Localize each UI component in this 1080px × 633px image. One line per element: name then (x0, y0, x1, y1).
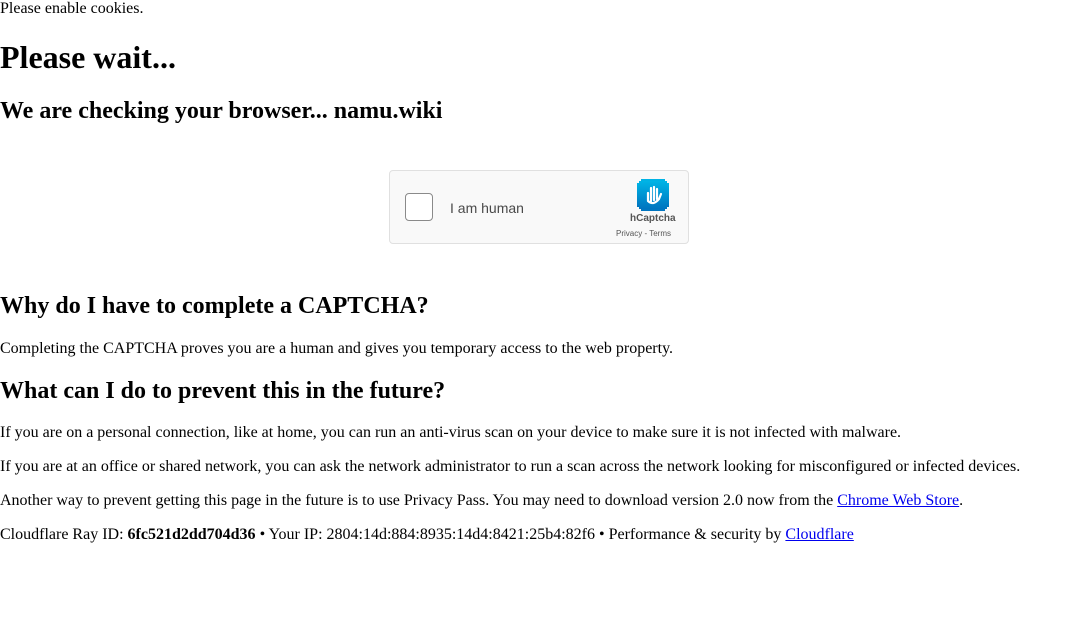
cloudflare-footer: Cloudflare Ray ID: 6fc521d2dd704d36 • Yo… (0, 526, 854, 544)
privacy-pass-paragraph: Another way to prevent getting this page… (0, 492, 963, 510)
cookie-notice: Please enable cookies. (0, 0, 144, 17)
hcaptcha-logo-icon (637, 179, 669, 211)
cloudflare-link[interactable]: Cloudflare (785, 526, 853, 543)
faq-answer: If you are on a personal connection, lik… (0, 424, 902, 441)
hcaptcha-brand: hCaptcha (630, 213, 676, 224)
ray-id-value: 6fc521d2dd704d36 (127, 526, 256, 543)
faq-question-why: Why do I have to complete a CAPTCHA? (0, 293, 429, 319)
human-checkbox-label: I am human (450, 200, 524, 216)
chrome-web-store-link[interactable]: Chrome Web Store (837, 492, 959, 509)
page-subtitle: We are checking your browser... namu.wik… (0, 98, 443, 124)
ray-id-label: Cloudflare Ray ID: (0, 526, 128, 543)
privacy-link[interactable]: Privacy (616, 229, 642, 238)
privacy-pass-end: . (959, 492, 964, 509)
terms-link[interactable]: Terms (649, 229, 671, 238)
hcaptcha-widget: I am human hCaptcha Privacy - Terms (389, 170, 689, 244)
faq-question-prevent: What can I do to prevent this in the fut… (0, 378, 446, 404)
faq-answer: Completing the CAPTCHA proves you are a … (0, 340, 674, 357)
human-checkbox[interactable] (405, 193, 433, 221)
faq-answer: If you are at an office or shared networ… (0, 458, 1021, 475)
privacy-pass-text: Another way to prevent getting this page… (0, 492, 838, 509)
hcaptcha-links: Privacy - Terms (616, 229, 671, 238)
ip-info: • Your IP: 2804:14d:884:8935:14d4:8421:2… (255, 526, 786, 543)
page-title: Please wait... (0, 39, 176, 75)
